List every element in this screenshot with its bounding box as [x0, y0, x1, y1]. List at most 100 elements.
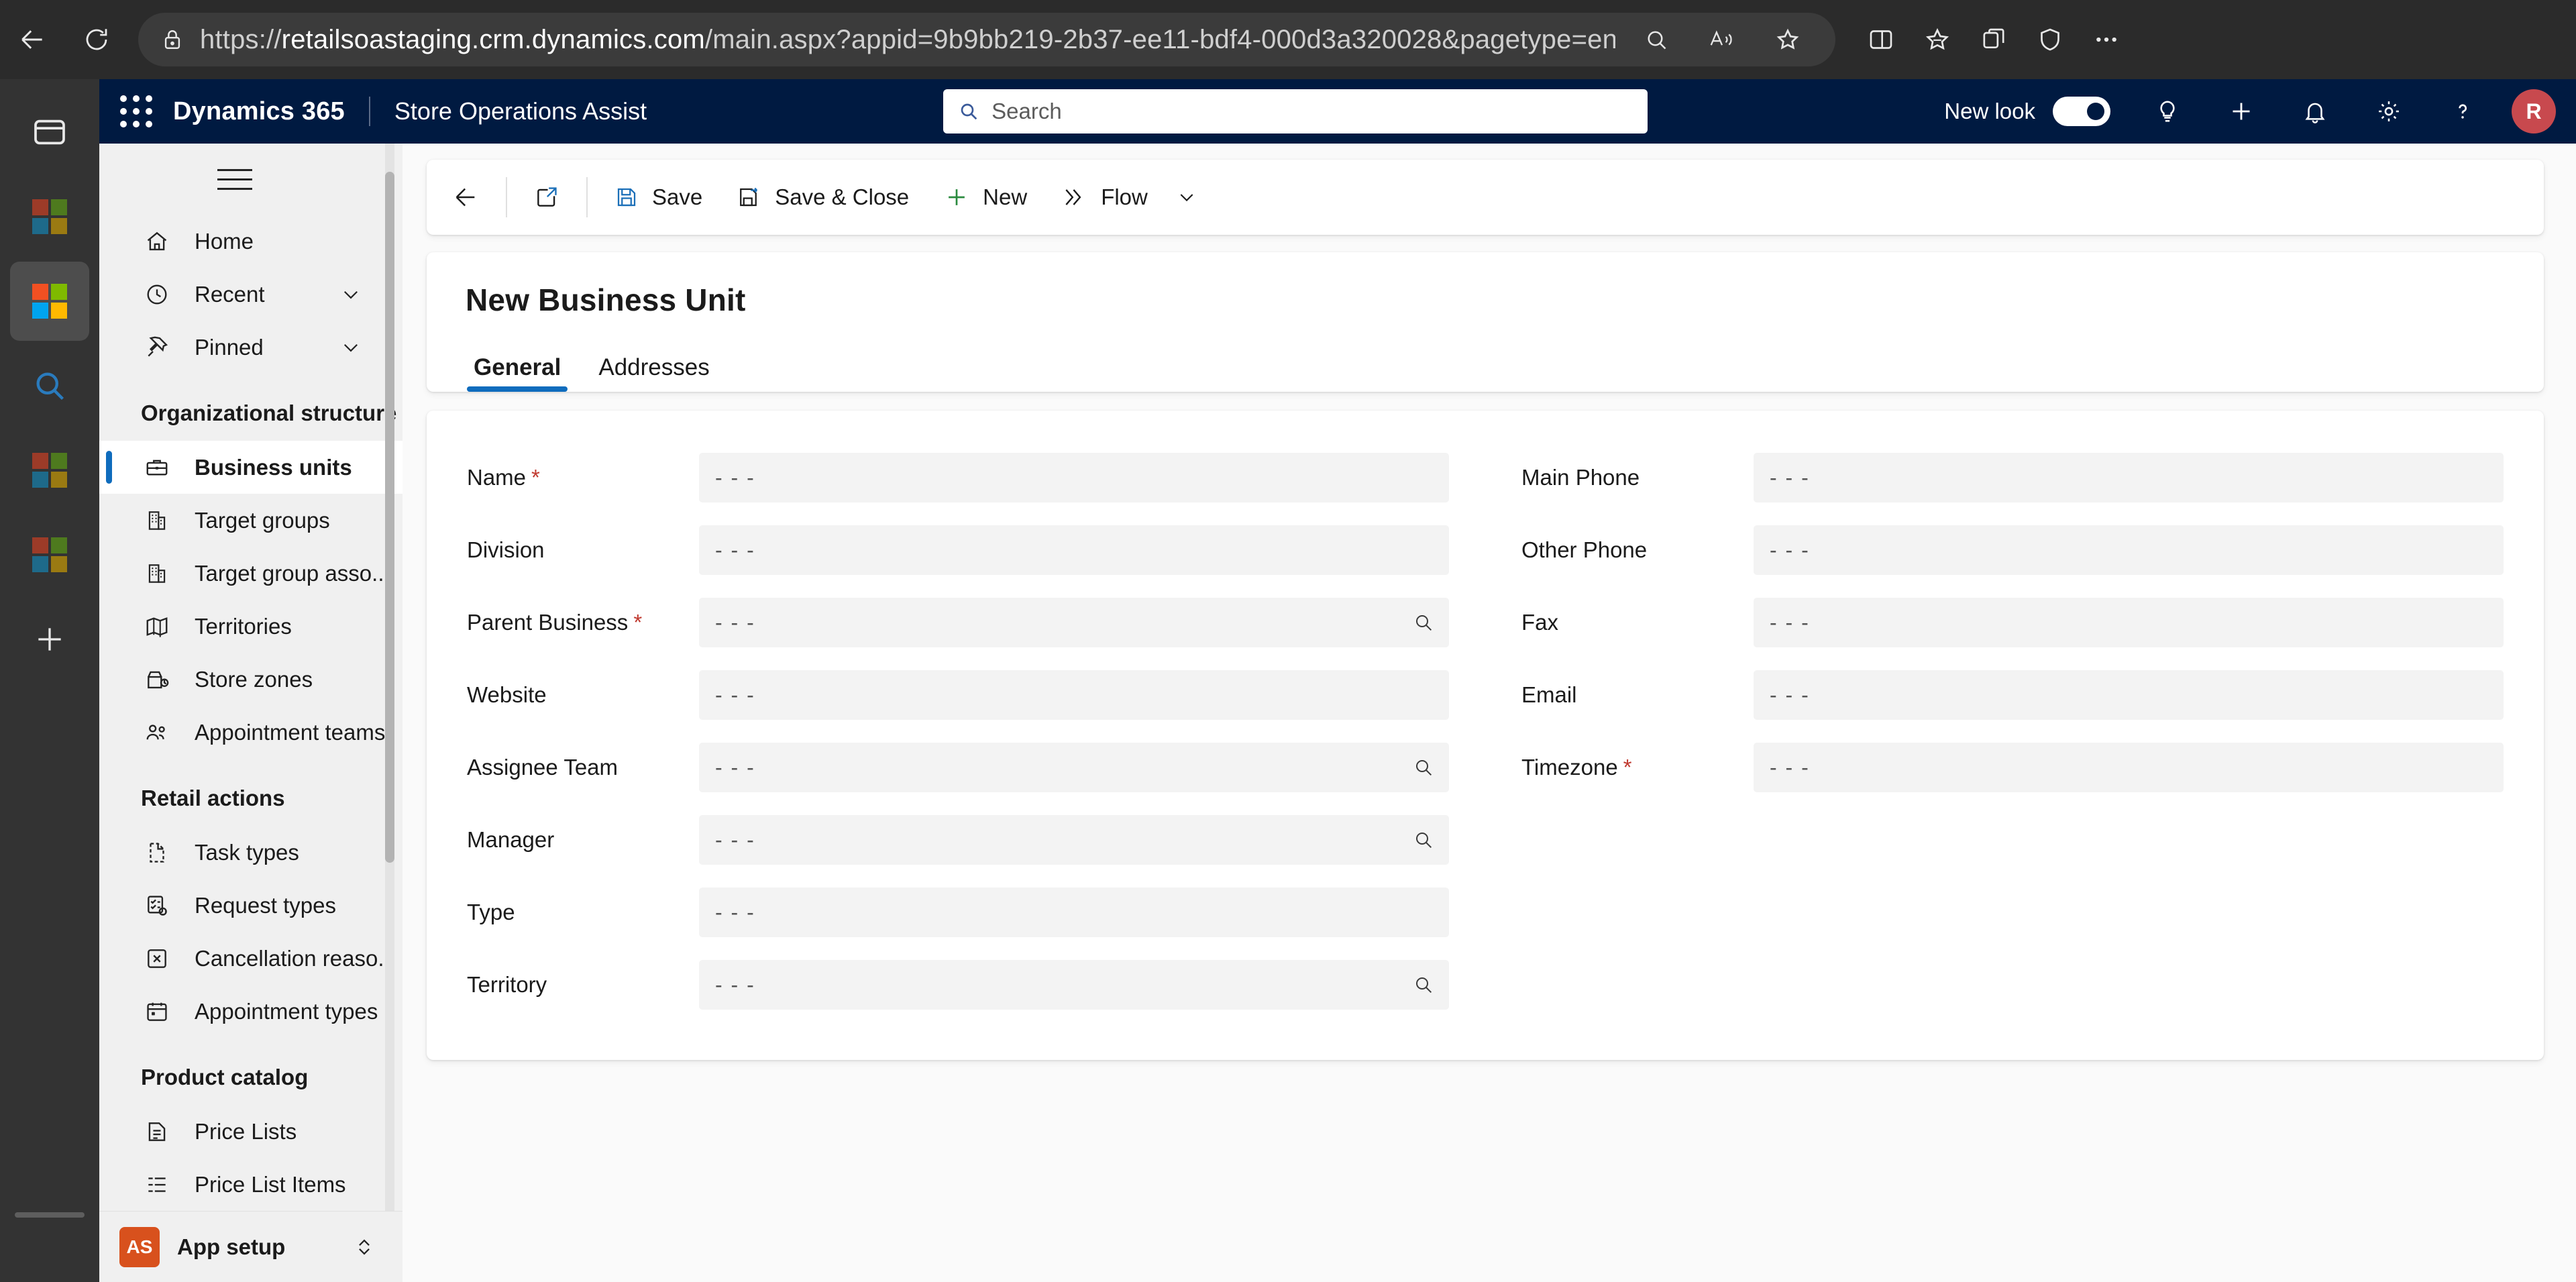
division-input[interactable]: - - -	[699, 525, 1449, 575]
search-icon	[958, 101, 979, 122]
field-value: - - -	[715, 827, 755, 852]
sidebar-item-request-types[interactable]: Request types	[99, 879, 402, 932]
browser-essentials-icon[interactable]	[1966, 11, 2022, 68]
name-input[interactable]: - - -	[699, 453, 1449, 502]
star-icon[interactable]	[1763, 15, 1813, 64]
rail-office-icon-2[interactable]	[10, 431, 89, 510]
save-button[interactable]: Save	[597, 173, 720, 221]
chevron-down-icon[interactable]	[1176, 186, 1197, 208]
save-and-close-button[interactable]: Save & Close	[720, 173, 926, 221]
field-value: - - -	[715, 682, 755, 707]
lookup-search-icon[interactable]	[1413, 757, 1434, 778]
timezone-input[interactable]: - - -	[1754, 743, 2504, 792]
back-arrow-icon[interactable]	[0, 7, 64, 72]
other-phone-input[interactable]: - - -	[1754, 525, 2504, 575]
sidebar-item-recent[interactable]: Recent	[99, 268, 402, 321]
sidebar-item-task-types[interactable]: Task types	[99, 826, 402, 879]
sidebar-item-business-units[interactable]: Business units	[99, 441, 402, 494]
sidebar-item-store-zones[interactable]: Store zones	[99, 653, 402, 706]
flow-button[interactable]: Flow	[1044, 173, 1215, 221]
new-look-toggle-group[interactable]: New look	[1944, 97, 2110, 126]
sidebar-scrollbar-thumb[interactable]	[385, 172, 394, 863]
lightbulb-icon[interactable]	[2131, 79, 2204, 144]
read-aloud-icon[interactable]	[1697, 15, 1747, 64]
search-zoom-icon[interactable]	[1631, 15, 1681, 64]
assignee-team-lookup[interactable]: - - -	[699, 743, 1449, 792]
global-search-wrap: Search	[647, 89, 1944, 133]
sidebar-item-territories[interactable]: Territories	[99, 600, 402, 653]
sidebar-item-cancellation-reasons[interactable]: Cancellation reaso...	[99, 932, 402, 985]
sidebar-item-home[interactable]: Home	[99, 215, 402, 268]
sidebar-item-price-list-items[interactable]: Price List Items	[99, 1158, 402, 1211]
field-division: Division - - -	[467, 514, 1449, 586]
building-icon	[141, 508, 173, 533]
rail-add-icon[interactable]	[10, 600, 89, 679]
rail-window-icon[interactable]	[10, 93, 89, 172]
lookup-search-icon[interactable]	[1413, 612, 1434, 633]
app-name-label[interactable]: Store Operations Assist	[394, 97, 647, 125]
briefcase-icon	[141, 455, 173, 480]
type-input[interactable]: - - -	[699, 888, 1449, 937]
notifications-icon[interactable]	[2278, 79, 2352, 144]
field-label: Fax	[1521, 610, 1559, 635]
command-bar: Save Save & Close New Flow	[427, 160, 2544, 235]
new-button[interactable]: New	[926, 173, 1044, 221]
sidebar-item-target-groups[interactable]: Target groups	[99, 494, 402, 547]
chevron-down-icon[interactable]	[339, 283, 362, 306]
refresh-icon[interactable]	[64, 7, 129, 72]
tab-general[interactable]: General	[467, 354, 568, 392]
open-in-new-window-button[interactable]	[517, 173, 577, 221]
avatar[interactable]: R	[2512, 89, 2556, 133]
sidebar-item-target-group-associations[interactable]: Target group asso...	[99, 547, 402, 600]
parent-business-lookup[interactable]: - - -	[699, 598, 1449, 647]
app-setup-switcher[interactable]: AS App setup	[99, 1211, 402, 1282]
quick-create-icon[interactable]	[2204, 79, 2278, 144]
search-placeholder: Search	[991, 99, 1062, 123]
app-header: Dynamics 365 Store Operations Assist Sea…	[99, 79, 2576, 144]
sidebar-item-price-lists[interactable]: Price Lists	[99, 1105, 402, 1158]
main-phone-input[interactable]: - - -	[1754, 453, 2504, 502]
more-options-icon[interactable]	[2078, 11, 2135, 68]
hamburger-menu-icon[interactable]	[99, 144, 402, 215]
split-screen-icon[interactable]	[1853, 11, 1909, 68]
address-bar[interactable]: https://retailsoastaging.crm.dynamics.co…	[138, 13, 1835, 66]
email-input[interactable]: - - -	[1754, 670, 2504, 720]
search-input[interactable]: Search	[943, 89, 1648, 133]
calendar-icon	[141, 999, 173, 1024]
fax-input[interactable]: - - -	[1754, 598, 2504, 647]
field-label: Email	[1521, 682, 1577, 707]
chevron-up-down-icon[interactable]	[353, 1236, 376, 1259]
back-button[interactable]	[435, 173, 496, 221]
website-input[interactable]: - - -	[699, 670, 1449, 720]
shield-icon[interactable]	[2022, 11, 2078, 68]
collections-icon[interactable]	[1909, 11, 1966, 68]
manager-lookup[interactable]: - - -	[699, 815, 1449, 865]
help-question-icon[interactable]	[2426, 79, 2500, 144]
territory-lookup[interactable]: - - -	[699, 960, 1449, 1010]
sidebar-item-appointment-teams[interactable]: Appointment teams	[99, 706, 402, 759]
sidebar-item-appointment-types[interactable]: Appointment types	[99, 985, 402, 1038]
required-asterisk: *	[531, 465, 540, 490]
field-value: - - -	[715, 755, 755, 780]
lookup-search-icon[interactable]	[1413, 974, 1434, 996]
app-launcher-icon[interactable]	[99, 79, 173, 144]
sidebar-item-label: Pinned	[195, 334, 264, 360]
rail-microsoft-icon[interactable]	[10, 262, 89, 341]
field-label: Manager	[467, 827, 555, 852]
form-column-left: Name * - - - Division - - - Parent Busine…	[467, 441, 1449, 1021]
brand-label[interactable]: Dynamics 365	[173, 97, 345, 126]
sidebar-item-pinned[interactable]: Pinned	[99, 321, 402, 374]
rail-scrollbar[interactable]	[15, 1212, 85, 1218]
tab-addresses[interactable]: Addresses	[592, 354, 716, 392]
chevron-down-icon[interactable]	[339, 336, 362, 359]
lookup-search-icon[interactable]	[1413, 829, 1434, 851]
plus-icon	[944, 184, 969, 210]
rail-office-icon-3[interactable]	[10, 515, 89, 594]
field-label: Assignee Team	[467, 755, 619, 780]
rail-search-icon[interactable]	[10, 346, 89, 425]
header-divider	[368, 97, 370, 126]
new-label: New	[983, 184, 1028, 209]
new-look-toggle[interactable]	[2053, 97, 2110, 126]
settings-gear-icon[interactable]	[2352, 79, 2426, 144]
rail-office-icon[interactable]	[10, 177, 89, 256]
